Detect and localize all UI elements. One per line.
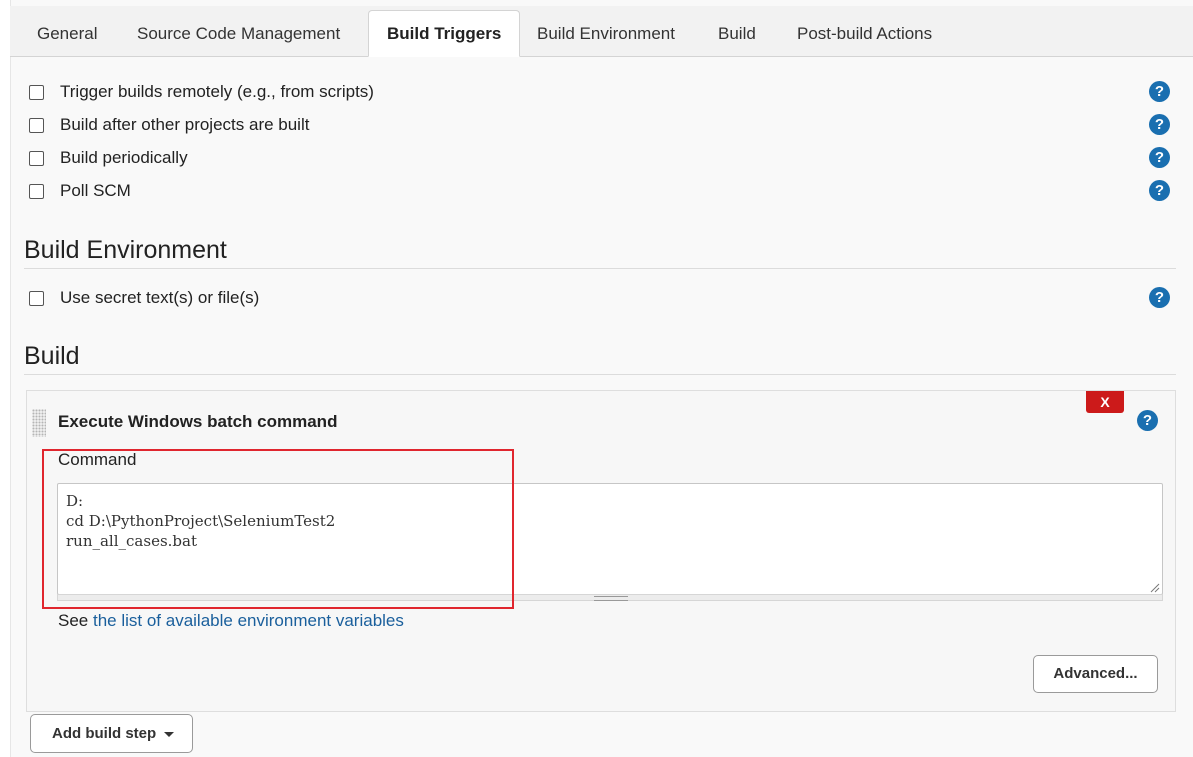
- use-secret-label: Use secret text(s) or file(s): [60, 288, 260, 307]
- resize-corner-icon[interactable]: [1150, 583, 1160, 593]
- poll-scm-checkbox[interactable]: [29, 183, 44, 199]
- use-secret-option[interactable]: Use secret text(s) or file(s): [29, 286, 259, 310]
- execute-windows-batch-step: Execute Windows batch command X ? Comman…: [26, 390, 1176, 712]
- use-secret-checkbox[interactable]: [29, 290, 44, 306]
- build-after-other-projects-checkbox[interactable]: [29, 117, 44, 133]
- build-after-other-projects-help-icon[interactable]: ?: [1149, 114, 1170, 135]
- tab-source-code-management[interactable]: Source Code Management: [119, 11, 358, 56]
- step-help-icon[interactable]: ?: [1137, 410, 1158, 431]
- trigger-remotely-checkbox[interactable]: [29, 84, 44, 100]
- poll-scm-help-icon[interactable]: ?: [1149, 180, 1170, 201]
- poll-scm-label: Poll SCM: [60, 181, 131, 200]
- trigger-remotely-option[interactable]: Trigger builds remotely (e.g., from scri…: [29, 80, 374, 104]
- tab-build-triggers[interactable]: Build Triggers: [368, 10, 521, 57]
- tab-post-build-actions[interactable]: Post-build Actions: [779, 11, 950, 56]
- poll-scm-option[interactable]: Poll SCM: [29, 179, 131, 203]
- build-periodically-help-icon[interactable]: ?: [1149, 147, 1170, 168]
- build-after-other-projects-label: Build after other projects are built: [60, 115, 310, 134]
- command-textarea[interactable]: D: cd D:\PythonProject\SeleniumTest2 run…: [57, 483, 1163, 595]
- resize-grip-icon: [594, 596, 628, 601]
- build-divider: [24, 374, 1176, 375]
- build-environment-divider: [24, 268, 1176, 269]
- delete-step-button[interactable]: X: [1086, 391, 1124, 413]
- tab-build-environment[interactable]: Build Environment: [519, 11, 693, 56]
- build-after-other-projects-option[interactable]: Build after other projects are built: [29, 113, 309, 137]
- build-periodically-option[interactable]: Build periodically: [29, 146, 188, 170]
- env-vars-hint: See the list of available environment va…: [58, 611, 404, 631]
- tab-build[interactable]: Build: [700, 11, 774, 56]
- env-vars-link[interactable]: the list of available environment variab…: [93, 611, 404, 630]
- add-build-step-label: Add build step: [52, 725, 157, 742]
- env-vars-prefix: See: [58, 611, 93, 630]
- trigger-remotely-label: Trigger builds remotely (e.g., from scri…: [60, 82, 374, 101]
- build-periodically-checkbox[interactable]: [29, 150, 44, 166]
- add-build-step-button[interactable]: Add build step: [30, 714, 193, 753]
- build-heading: Build: [24, 342, 80, 370]
- command-label: Command: [58, 450, 137, 469]
- tab-general[interactable]: General: [19, 11, 115, 56]
- step-title: Execute Windows batch command: [58, 412, 338, 431]
- build-environment-heading: Build Environment: [24, 236, 227, 264]
- advanced-button[interactable]: Advanced...: [1033, 655, 1158, 693]
- drag-handle-icon[interactable]: [32, 409, 46, 437]
- use-secret-help-icon[interactable]: ?: [1149, 287, 1170, 308]
- section-tab-bar: General Source Code Management Build Tri…: [10, 6, 1193, 57]
- textarea-resize-bar[interactable]: [57, 583, 1163, 601]
- build-periodically-label: Build periodically: [60, 148, 188, 167]
- caret-down-icon: [164, 731, 175, 737]
- trigger-remotely-help-icon[interactable]: ?: [1149, 81, 1170, 102]
